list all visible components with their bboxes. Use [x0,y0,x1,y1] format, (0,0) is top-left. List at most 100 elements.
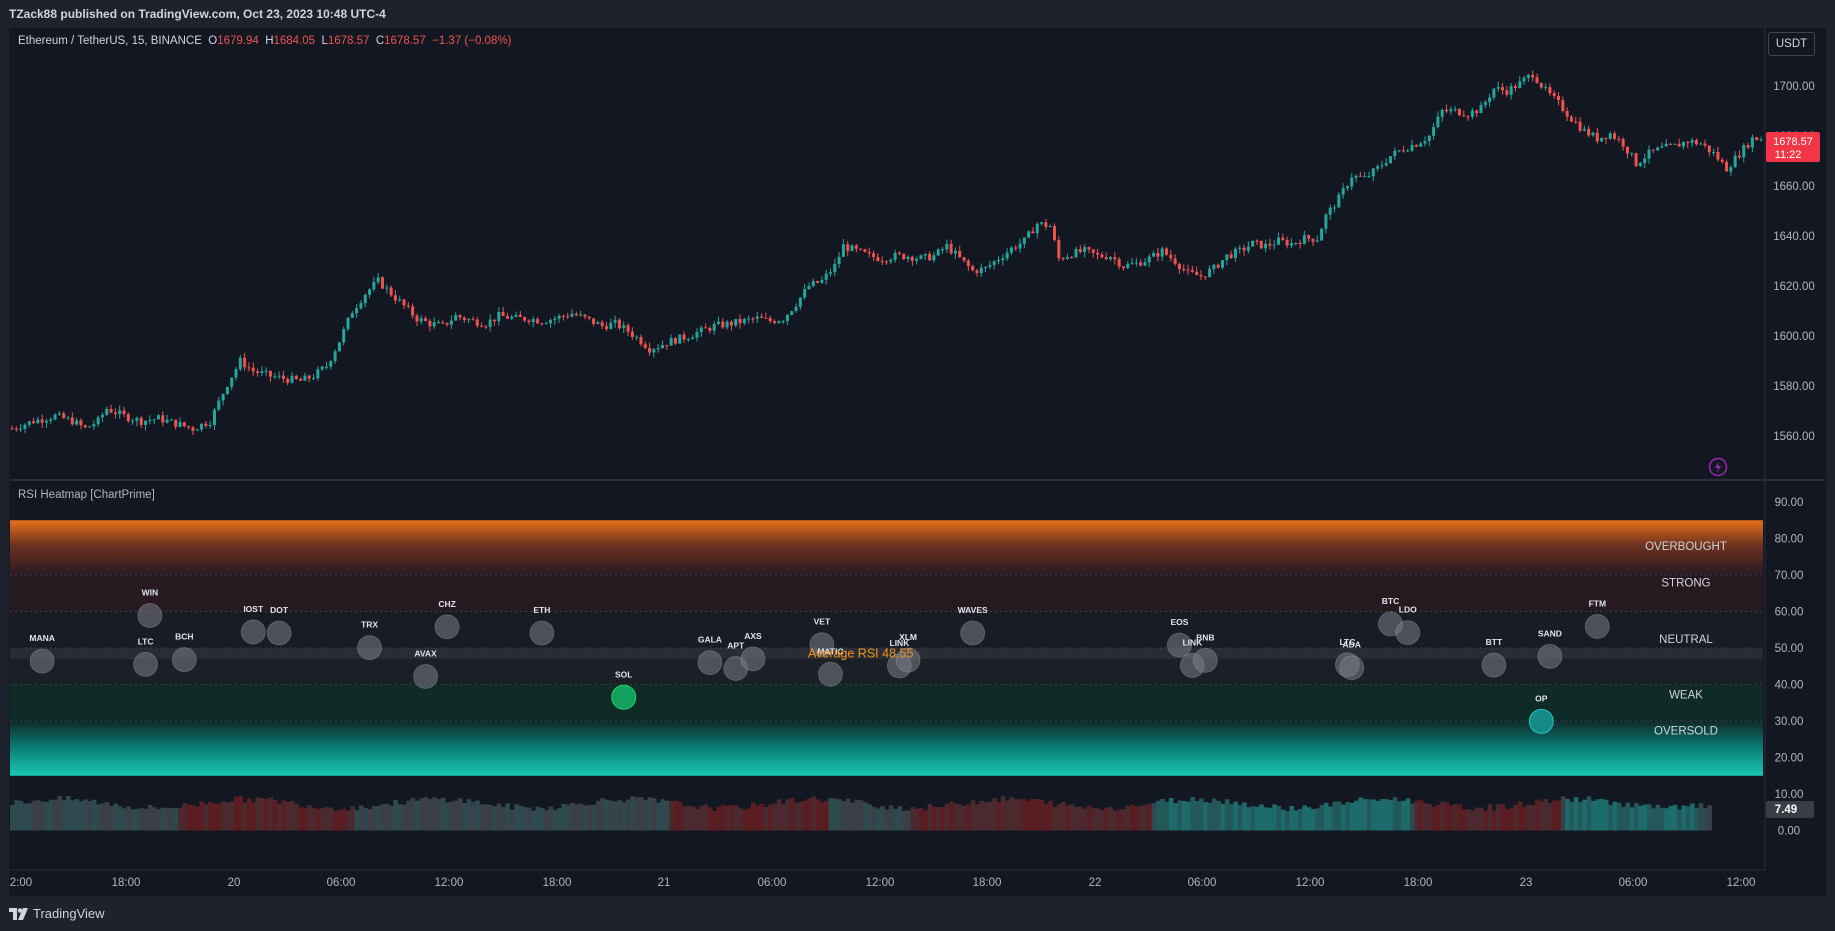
rsi-point-mana[interactable]: MANA [29,633,55,674]
rsi-point-marker[interactable] [1339,655,1365,681]
rsi-histogram-bar [458,798,463,831]
candle-body [1121,266,1125,269]
candle-body [363,294,367,304]
rsi-point-label: TRX [361,620,378,630]
rsi-point-marker[interactable] [1528,708,1554,734]
rsi-point-chz[interactable]: CHZ [434,599,460,640]
rsi-point-ada[interactable]: ADA [1339,640,1365,681]
rsi-point-sol[interactable]: SOL [611,669,637,710]
rsi-histogram-bar [238,796,243,831]
candle-body [1716,152,1720,160]
candle-body [579,314,583,316]
tradingview-brand: TradingView [33,906,105,921]
lightning-icon[interactable] [1708,457,1728,477]
rsi-point-marker[interactable] [1584,613,1610,639]
rsi-point-bch[interactable]: BCH [171,632,197,673]
rsi-point-marker[interactable] [434,614,460,640]
rsi-point-label: SAND [1538,628,1562,638]
candle-body [441,322,445,324]
rsi-histogram-bar [1298,808,1303,831]
rsi-point-marker[interactable] [266,620,292,646]
candle-body [501,312,505,317]
rsi-histogram-bar [1018,799,1023,831]
rsi-point-bnb[interactable]: BNB [1192,632,1218,673]
rsi-point-axs[interactable]: AXS [740,631,766,672]
rsi-point-marker[interactable] [1395,620,1421,646]
rsi-histogram-bar [970,800,976,831]
rsi-point-marker[interactable] [1481,652,1507,678]
zone-label-overbought: OVERBOUGHT [1645,541,1727,553]
tradingview-logo[interactable]: TradingView [9,906,105,921]
rsi-point-marker[interactable] [413,663,439,689]
time-axis-tick: 06:00 [327,877,356,889]
candle-body [1203,276,1207,278]
rsi-point-sand[interactable]: SAND [1537,628,1563,669]
rsi-histogram-bar [1603,799,1609,831]
rsi-histogram-bar [1310,809,1316,831]
rsi-histogram-bar [208,802,213,831]
symbol-name: Ethereum / TetherUS, 15, BINANCE [18,35,202,47]
rsi-point-marker[interactable] [240,619,266,645]
rsi-point-avax[interactable]: AVAX [413,648,439,689]
candle-body [820,279,824,283]
rsi-histogram-bar [656,802,661,831]
rsi-histogram-bar [1246,807,1251,831]
rsi-histogram-bar [617,799,623,831]
candle-body [221,393,225,401]
rsi-histogram-bar [389,805,394,831]
rsi-histogram-bar [574,804,579,831]
candle-body [1100,254,1104,258]
candle-body [1742,145,1746,158]
rsi-point-marker[interactable] [137,603,163,629]
price-axis-tick: 1660.00 [1773,181,1815,193]
chart-canvas[interactable]: MANA WIN LTC BCH IOST DOT TRX AVAX CHZ ETH SOL GALA… [0,0,1835,931]
candle-body [1190,270,1194,272]
rsi-point-marker[interactable] [133,651,159,677]
rsi-point-label: MANA [29,633,55,643]
rsi-histogram-bar [53,799,58,831]
candle-body [910,256,914,261]
rsi-histogram-bar [677,802,683,831]
rsi-point-eth[interactable]: ETH [529,605,555,646]
candle-body [1130,263,1134,265]
currency-button[interactable]: USDT [1768,32,1815,56]
rsi-point-marker[interactable] [1192,647,1218,673]
rsi-point-marker[interactable] [697,650,723,676]
rsi-histogram-bar [518,805,523,831]
rsi-histogram-bar [1186,801,1191,831]
change-value: −1.37 (−0.08%) [432,35,512,47]
rsi-point-ldo[interactable]: LDO [1395,605,1421,646]
rsi-histogram-bar [1332,801,1338,831]
rsi-point-ftm[interactable]: FTM [1584,598,1610,639]
rsi-point-marker[interactable] [29,648,55,674]
candle-body [941,249,945,251]
rsi-histogram-bar [1582,799,1587,831]
rsi-histogram-bar [173,808,179,831]
rsi-point-dot[interactable]: DOT [266,605,292,646]
rsi-point-gala[interactable]: GALA [697,635,723,676]
rsi-point-marker[interactable] [611,684,637,710]
rsi-histogram-bar [781,804,786,831]
rsi-point-marker[interactable] [1537,643,1563,669]
candle-body [1169,254,1173,259]
rsi-point-marker[interactable] [529,620,555,646]
candle-body [557,315,561,319]
rsi-point-iost[interactable]: IOST [240,604,266,645]
rsi-point-marker[interactable] [357,635,383,661]
candle-body [415,315,419,322]
rsi-histogram-bar [1315,808,1320,831]
candle-body [165,419,169,423]
rsi-point-marker[interactable] [960,620,986,646]
rsi-histogram-bar [931,806,937,831]
rsi-point-marker[interactable] [171,647,197,673]
rsi-point-marker[interactable] [740,646,766,672]
rsi-point-trx[interactable]: TRX [357,620,383,661]
rsi-histogram-bar [1638,805,1643,831]
rsi-histogram-bar [716,806,722,831]
candle-body [281,375,285,379]
rsi-point-marker[interactable] [817,661,843,687]
rsi-histogram-bar [953,803,959,831]
candle-body [988,265,992,267]
rsi-histogram-bar [315,808,321,831]
rsi-histogram-bar [1694,808,1699,831]
